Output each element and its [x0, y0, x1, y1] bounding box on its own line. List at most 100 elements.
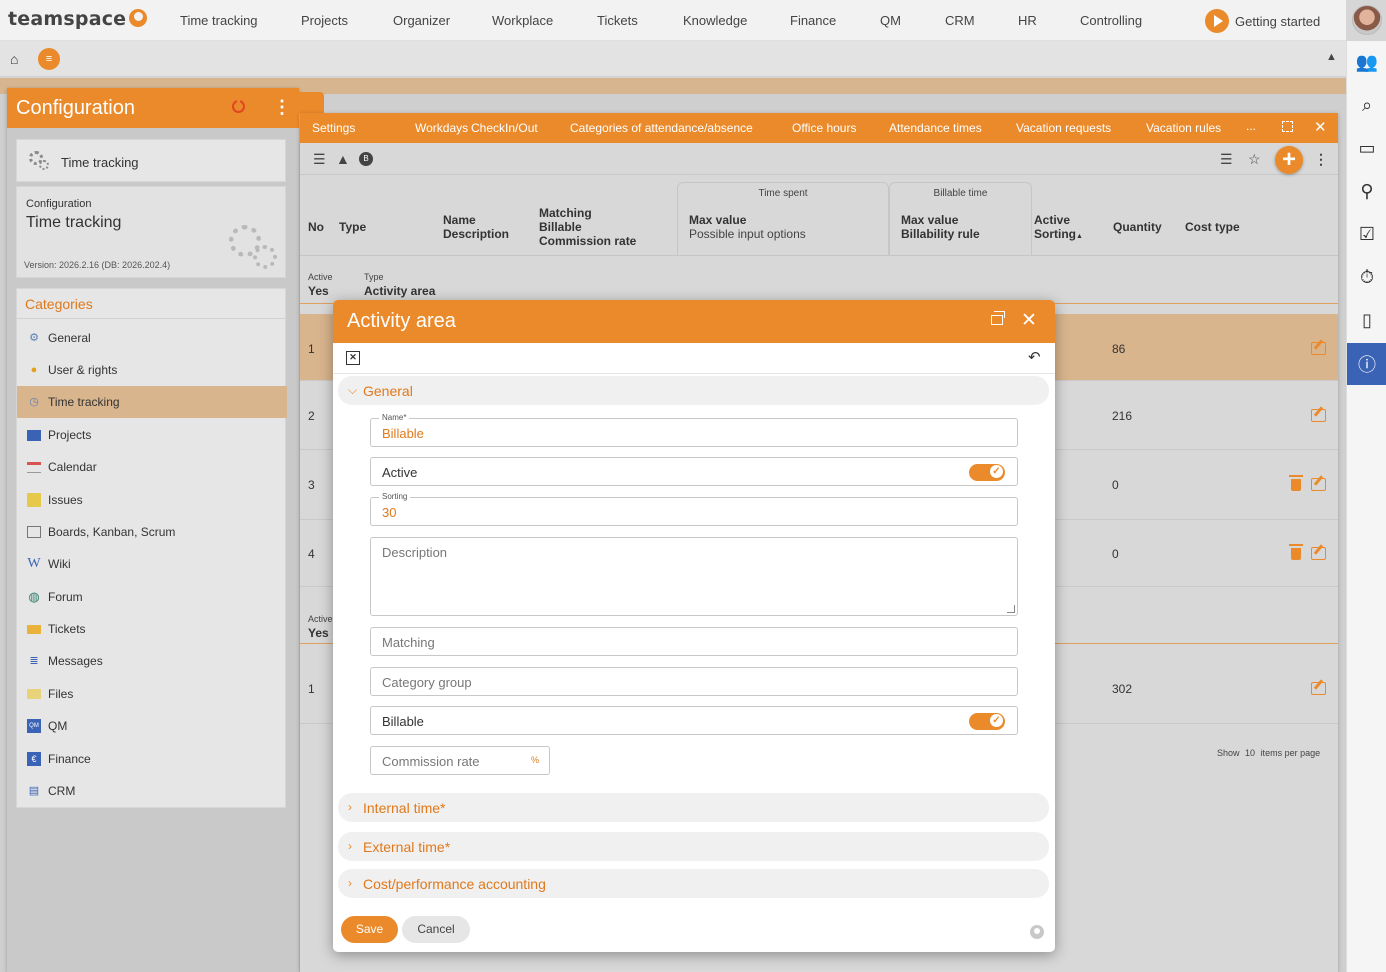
- name-field[interactable]: Name* Billable: [370, 413, 1018, 447]
- category-item-time-tracking[interactable]: ◷ Time tracking: [17, 386, 287, 418]
- tab-categories[interactable]: Categories of attendance/absence: [570, 121, 753, 135]
- filter-icon[interactable]: ☰: [1220, 151, 1233, 168]
- tab-office-hours[interactable]: Office hours: [792, 121, 856, 135]
- stopwatch-icon[interactable]: ⏱: [1347, 256, 1386, 298]
- getting-started-button[interactable]: Getting started: [1205, 9, 1320, 33]
- col-active[interactable]: Active: [1034, 213, 1070, 227]
- info-icon[interactable]: ⓘ: [1347, 343, 1386, 385]
- tab-checkin-out[interactable]: CheckIn/Out: [471, 121, 538, 135]
- nav-crm[interactable]: CRM: [945, 13, 975, 28]
- undo-icon[interactable]: ↶: [1028, 348, 1041, 366]
- col-matching[interactable]: Matching: [539, 206, 592, 220]
- category-item-user-rights[interactable]: ● User & rights: [17, 354, 287, 386]
- close-icon[interactable]: ✕: [1021, 309, 1037, 332]
- restore-window-icon[interactable]: [991, 311, 1005, 325]
- app-logo[interactable]: teamspace: [8, 8, 126, 30]
- excel-export-icon[interactable]: ✕: [346, 351, 360, 365]
- tab-vacation-requests[interactable]: Vacation requests: [1016, 121, 1111, 135]
- star-icon[interactable]: ☆: [1248, 151, 1261, 168]
- category-item-messages[interactable]: ≣ Messages: [17, 645, 287, 677]
- pin-icon[interactable]: ⚲: [1347, 170, 1386, 212]
- category-item-general[interactable]: ⚙ General: [17, 322, 287, 354]
- nav-knowledge[interactable]: Knowledge: [683, 13, 747, 28]
- category-item-tickets[interactable]: Tickets: [17, 613, 287, 645]
- col-max-value-2[interactable]: Max value: [901, 213, 958, 227]
- edit-icon[interactable]: [1311, 409, 1326, 422]
- description-field[interactable]: Description: [370, 537, 1018, 616]
- edit-icon[interactable]: [1311, 682, 1326, 695]
- billable-toggle[interactable]: [969, 713, 1005, 730]
- category-item-wiki[interactable]: W Wiki: [17, 548, 287, 580]
- add-button[interactable]: +: [1275, 146, 1303, 174]
- inbox-icon[interactable]: ▭: [1347, 127, 1386, 169]
- category-item-files[interactable]: Files: [17, 678, 287, 710]
- col-billable[interactable]: Billable: [539, 220, 582, 234]
- category-item-finance[interactable]: € Finance: [17, 743, 287, 775]
- tab-vacation-rules[interactable]: Vacation rules: [1146, 121, 1221, 135]
- tab-workdays[interactable]: Workdays: [415, 121, 468, 135]
- col-name[interactable]: Name: [443, 213, 476, 227]
- time-tracking-card[interactable]: Time tracking: [16, 139, 286, 182]
- window-tab-stub[interactable]: [299, 92, 324, 114]
- tab-settings[interactable]: Settings: [312, 121, 355, 135]
- col-sorting[interactable]: Sorting▲: [1034, 227, 1083, 244]
- category-item-boards[interactable]: Boards, Kanban, Scrum: [17, 516, 287, 548]
- col-input-options[interactable]: Possible input options: [689, 227, 806, 241]
- col-no[interactable]: No: [308, 220, 324, 234]
- nav-controlling[interactable]: Controlling: [1080, 13, 1142, 28]
- tab-attendance-times[interactable]: Attendance times: [889, 121, 982, 135]
- users-icon[interactable]: 👥: [1347, 41, 1386, 83]
- category-group-field[interactable]: Category group: [370, 667, 1018, 696]
- edit-icon[interactable]: [1311, 478, 1326, 491]
- section-cost-accounting[interactable]: › Cost/performance accounting: [338, 869, 1049, 898]
- nav-finance[interactable]: Finance: [790, 13, 836, 28]
- resize-grip-icon[interactable]: [1007, 605, 1015, 613]
- search-icon[interactable]: ⌕: [1347, 84, 1386, 126]
- category-item-qm[interactable]: QM QM: [17, 710, 287, 742]
- warning-icon[interactable]: ▲: [336, 151, 350, 167]
- home-icon[interactable]: ⌂: [10, 51, 18, 67]
- more-options-icon[interactable]: ⋮: [1314, 151, 1328, 168]
- nav-workplace[interactable]: Workplace: [492, 13, 553, 28]
- col-commission-rate[interactable]: Commission rate: [539, 234, 636, 248]
- col-quantity[interactable]: Quantity: [1113, 220, 1162, 234]
- category-item-issues[interactable]: Issues: [17, 484, 287, 516]
- trash-icon[interactable]: [1289, 544, 1303, 560]
- group-row-activity-area[interactable]: Active Yes Type Activity area: [300, 256, 1338, 304]
- tab-more-button[interactable]: ...: [1246, 119, 1256, 133]
- category-item-projects[interactable]: Projects: [17, 419, 287, 451]
- col-description[interactable]: Description: [443, 227, 509, 241]
- category-item-crm[interactable]: ▤ CRM: [17, 775, 287, 807]
- col-cost-type[interactable]: Cost type: [1185, 220, 1240, 234]
- user-info-icon[interactable]: [1030, 925, 1044, 939]
- commission-rate-field[interactable]: Commission rate %: [370, 746, 550, 775]
- menu-icon[interactable]: ≡: [38, 48, 60, 70]
- col-type[interactable]: Type: [339, 220, 366, 234]
- nav-hr[interactable]: HR: [1018, 13, 1037, 28]
- expand-icon[interactable]: [1282, 121, 1293, 132]
- nav-time-tracking[interactable]: Time tracking: [180, 13, 258, 28]
- close-icon[interactable]: ✕: [1314, 118, 1327, 136]
- pager-count[interactable]: 10: [1245, 748, 1255, 758]
- nav-tickets[interactable]: Tickets: [597, 13, 638, 28]
- nav-organizer[interactable]: Organizer: [393, 13, 450, 28]
- nav-projects[interactable]: Projects: [301, 13, 348, 28]
- pager[interactable]: Show 10 items per page: [1217, 748, 1320, 758]
- edit-icon[interactable]: [1311, 342, 1326, 355]
- power-icon[interactable]: [232, 99, 245, 113]
- edit-icon[interactable]: [1311, 547, 1326, 560]
- task-check-icon[interactable]: ☑: [1347, 213, 1386, 255]
- collapse-up-icon[interactable]: ▲: [1326, 51, 1337, 63]
- active-toggle[interactable]: [969, 464, 1005, 481]
- trash-icon[interactable]: [1289, 475, 1303, 491]
- list-menu-icon[interactable]: ☰: [313, 151, 326, 168]
- cancel-button[interactable]: Cancel: [402, 916, 470, 943]
- mobile-icon[interactable]: ▯: [1347, 299, 1386, 341]
- save-button[interactable]: Save: [341, 916, 398, 943]
- nav-qm[interactable]: QM: [880, 13, 901, 28]
- matching-field[interactable]: Matching: [370, 627, 1018, 656]
- section-external-time[interactable]: › External time*: [338, 832, 1049, 861]
- user-avatar[interactable]: [1352, 5, 1382, 35]
- category-item-forum[interactable]: ◍ Forum: [17, 581, 287, 613]
- section-general[interactable]: ⌵ General: [338, 376, 1049, 405]
